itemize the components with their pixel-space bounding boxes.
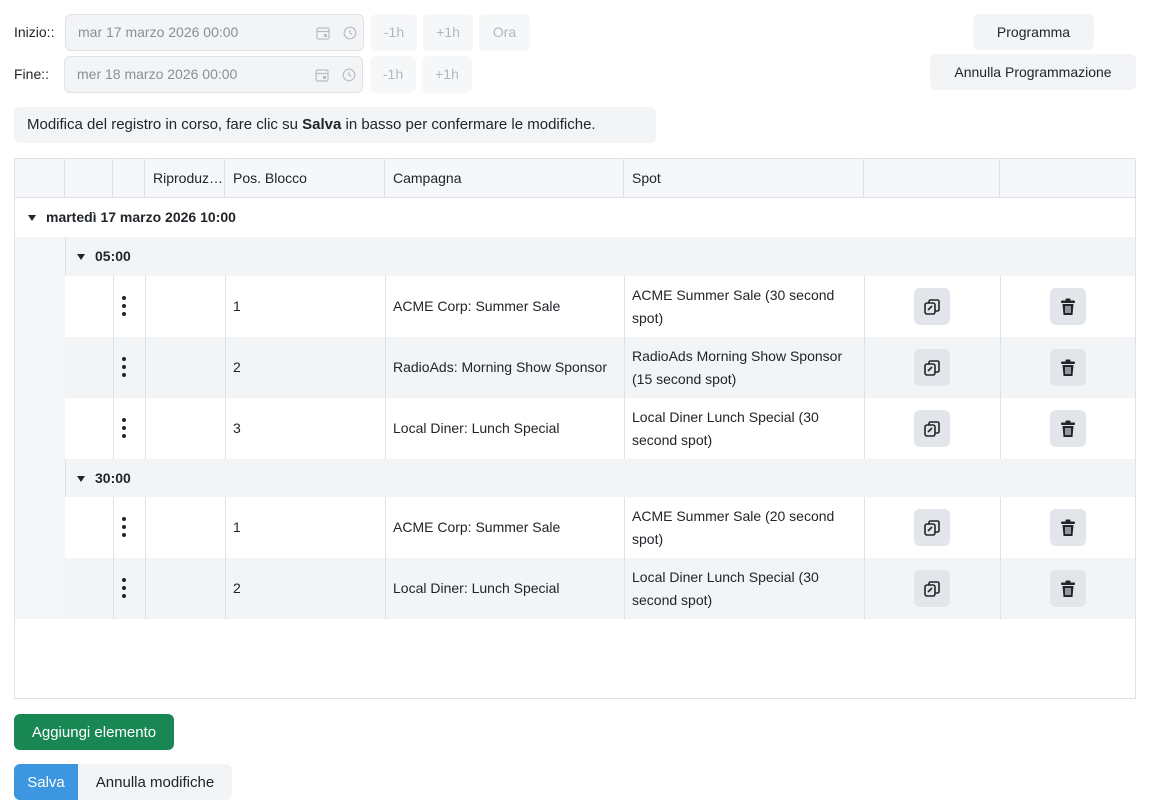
block-group-header[interactable]: 05:00	[66, 237, 1135, 276]
block-group-header[interactable]: 30:00	[66, 459, 1135, 498]
column-divider	[385, 276, 386, 459]
delete-button[interactable]	[1050, 410, 1086, 447]
header-cell	[864, 159, 1000, 198]
grid-header: Riproduzione Pos. Blocco Campagna Spot	[15, 159, 1135, 198]
end-minus-hour-button[interactable]: -1h	[370, 56, 416, 93]
spot-cell: Local Diner Lunch Special (30 second spo…	[632, 568, 819, 608]
header-cell	[113, 159, 145, 198]
column-divider	[113, 497, 114, 619]
column-divider	[624, 497, 625, 619]
end-datetime-input[interactable]: mer 18 marzo 2026 00:00	[64, 56, 363, 93]
campaign-cell: Local Diner: Lunch Special	[393, 420, 560, 436]
duplicate-icon	[924, 359, 940, 376]
trash-icon	[1061, 420, 1075, 437]
log-grid: Riproduzione Pos. Blocco Campagna Spot m…	[14, 158, 1136, 699]
header-playback[interactable]: Riproduzione	[145, 159, 225, 198]
kebab-menu-icon[interactable]	[121, 296, 127, 316]
kebab-menu-icon[interactable]	[121, 418, 127, 438]
header-campaign[interactable]: Campagna	[385, 159, 624, 198]
clock-icon[interactable]	[343, 26, 357, 40]
block-position-cell: 2	[233, 359, 241, 375]
duplicate-button[interactable]	[914, 410, 950, 447]
campaign-cell: ACME Corp: Summer Sale	[393, 519, 561, 535]
delete-button[interactable]	[1050, 509, 1086, 546]
campaign-cell: Local Diner: Lunch Special	[393, 580, 560, 596]
column-divider	[145, 497, 146, 619]
trash-icon	[1061, 298, 1075, 315]
column-divider	[1000, 497, 1001, 619]
schedule-button[interactable]: Programma	[973, 14, 1094, 50]
header-block-position[interactable]: Pos. Blocco	[225, 159, 385, 198]
duplicate-button[interactable]	[914, 288, 950, 325]
day-group-header[interactable]: martedì 17 marzo 2026 10:00	[28, 198, 1135, 237]
duplicate-icon	[924, 298, 940, 315]
end-label: Fine::	[14, 66, 50, 82]
column-divider	[113, 276, 114, 459]
end-plus-hour-button[interactable]: +1h	[422, 56, 472, 93]
calendar-icon[interactable]	[315, 68, 329, 82]
column-divider	[864, 497, 865, 619]
block-position-cell: 1	[233, 298, 241, 314]
duplicate-icon	[924, 420, 940, 437]
campaign-cell: ACME Corp: Summer Sale	[393, 298, 561, 314]
notice-text-after: in basso per confermare le modifiche.	[341, 116, 596, 133]
campaign-cell: RadioAds: Morning Show Sponsor	[393, 359, 608, 375]
trash-icon	[1061, 580, 1075, 597]
add-item-button[interactable]: Aggiungi elemento	[14, 714, 174, 750]
start-datetime-value: mar 17 marzo 2026 00:00	[78, 24, 239, 40]
save-button[interactable]: Salva	[14, 764, 78, 800]
spot-cell: ACME Summer Sale (30 second spot)	[632, 286, 835, 326]
block-position-cell: 2	[233, 580, 241, 596]
spot-cell: RadioAds Morning Show Sponsor (15 second…	[632, 347, 843, 387]
editing-notice: Modifica del registro in corso, fare cli…	[14, 107, 656, 143]
kebab-menu-icon[interactable]	[121, 517, 127, 537]
duplicate-icon	[924, 519, 940, 536]
kebab-menu-icon[interactable]	[121, 578, 127, 598]
duplicate-icon	[924, 580, 940, 597]
day-group-label: martedì 17 marzo 2026 10:00	[46, 209, 236, 225]
block-position-cell: 3	[233, 420, 241, 436]
start-label: Inizio::	[14, 24, 55, 40]
start-datetime-input[interactable]: mar 17 marzo 2026 00:00	[65, 14, 364, 51]
trash-icon	[1061, 359, 1075, 376]
start-plus-hour-button[interactable]: +1h	[423, 14, 473, 51]
header-cell	[65, 159, 113, 198]
delete-button[interactable]	[1050, 349, 1086, 386]
header-cell	[15, 159, 65, 198]
delete-button[interactable]	[1050, 570, 1086, 607]
header-cell	[1000, 159, 1135, 198]
unschedule-button[interactable]: Annulla Programmazione	[930, 54, 1136, 90]
spot-cell: ACME Summer Sale (20 second spot)	[632, 507, 835, 547]
duplicate-button[interactable]	[914, 570, 950, 607]
notice-text-bold: Salva	[302, 116, 342, 133]
block-group-label: 30:00	[95, 470, 131, 486]
column-divider	[864, 276, 865, 459]
notice-text-before: Modifica del registro in corso, fare cli…	[27, 116, 303, 133]
caret-down-icon[interactable]	[77, 476, 85, 483]
start-now-button[interactable]: Ora	[479, 14, 530, 51]
column-divider	[624, 276, 625, 459]
block-group-label: 05:00	[95, 248, 131, 264]
end-datetime-value: mer 18 marzo 2026 00:00	[77, 66, 238, 82]
column-divider	[145, 276, 146, 459]
clock-icon[interactable]	[342, 68, 356, 82]
delete-button[interactable]	[1050, 288, 1086, 325]
column-divider	[225, 276, 226, 459]
cancel-changes-button[interactable]: Annulla modifiche	[78, 764, 232, 800]
column-divider	[385, 497, 386, 619]
kebab-menu-icon[interactable]	[121, 357, 127, 377]
column-divider	[1000, 276, 1001, 459]
start-minus-hour-button[interactable]: -1h	[371, 14, 417, 51]
block-position-cell: 1	[233, 519, 241, 535]
trash-icon	[1061, 519, 1075, 536]
indent-gutter	[15, 237, 65, 619]
column-divider	[225, 497, 226, 619]
duplicate-button[interactable]	[914, 349, 950, 386]
header-spot[interactable]: Spot	[624, 159, 864, 198]
calendar-icon[interactable]	[316, 26, 330, 40]
duplicate-button[interactable]	[914, 509, 950, 546]
spot-cell: Local Diner Lunch Special (30 second spo…	[632, 408, 819, 448]
caret-down-icon[interactable]	[77, 254, 85, 261]
caret-down-icon[interactable]	[28, 215, 36, 222]
